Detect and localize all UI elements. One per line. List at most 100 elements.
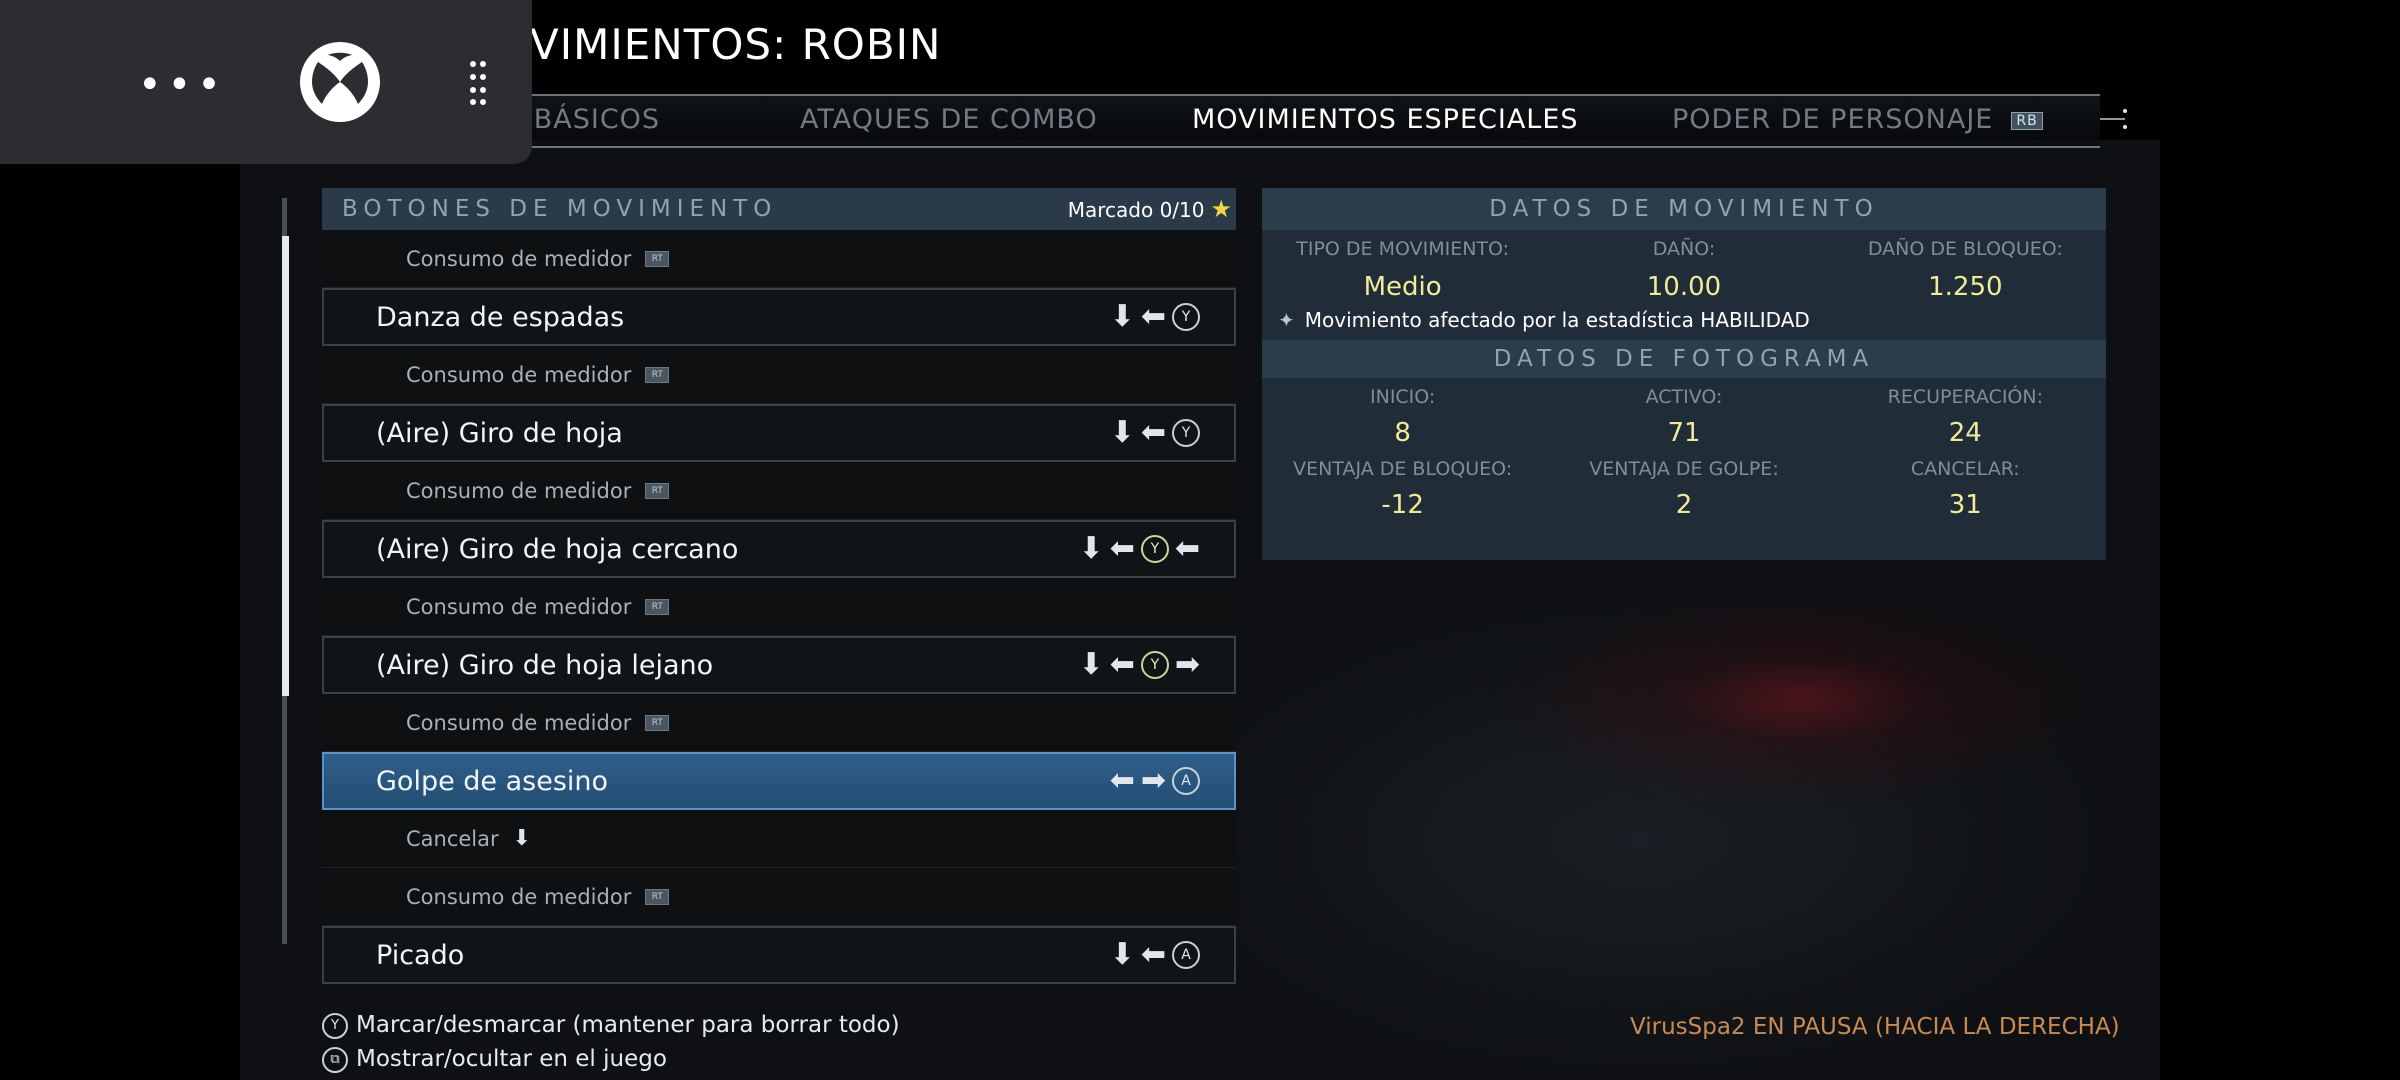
move-detail-row: Cancelar ⬇ — [322, 810, 1236, 868]
y-button-icon: Y — [1172, 303, 1200, 331]
move-row[interactable]: (Aire) Giro de hoja ⬇ ⬅ Y — [322, 404, 1236, 462]
move-detail-row: Consumo de medidor RT — [322, 868, 1236, 926]
damage-label: DAÑO: — [1652, 238, 1716, 260]
active-value: 71 — [1667, 418, 1701, 448]
recovery-value: 24 — [1948, 418, 1982, 448]
move-input-sequence: ⬇ ⬅ Y ⬅ — [1079, 534, 1200, 564]
move-row[interactable]: (Aire) Giro de hoja lejano ⬇ ⬅ Y ➡ — [322, 636, 1236, 694]
left-arrow-icon: ⬅ — [1140, 937, 1166, 972]
move-name: Picado — [376, 939, 465, 971]
drag-handle-icon[interactable] — [468, 60, 488, 106]
move-list-header: BOTONES DE MOVIMIENTO Marcado 0/10 ★ — [322, 188, 1236, 230]
left-arrow-icon: ⬅ — [1109, 531, 1135, 566]
move-detail-label: Cancelar — [406, 826, 499, 851]
move-detail-label: Consumo de medidor — [406, 478, 632, 503]
move-detail-label: Consumo de medidor — [406, 710, 632, 735]
down-arrow-icon: ⬇ — [1109, 299, 1135, 334]
footer-toggle-text: Mostrar/ocultar en el juego — [356, 1046, 667, 1072]
move-detail-row: Consumo de medidor RT — [322, 578, 1236, 636]
active-label: ACTIVO: — [1645, 386, 1723, 408]
move-detail-label: Consumo de medidor — [406, 246, 632, 271]
xbox-overlay-bar: ••• — [0, 0, 532, 164]
block-damage-value: 1.250 — [1928, 272, 2003, 302]
startup-label: INICIO: — [1370, 386, 1436, 408]
left-arrow-icon: ⬅ — [1109, 763, 1135, 798]
view-button-icon: ⧉ — [322, 1046, 348, 1073]
move-row[interactable]: Danza de espadas ⬇ ⬅ Y — [322, 288, 1236, 346]
move-list-title: BOTONES DE MOVIMIENTO — [342, 196, 778, 222]
hit-advantage-value: 2 — [1675, 490, 1693, 520]
damage-value: 10.00 — [1646, 272, 1722, 302]
pause-status: VirusSpa2 EN PAUSA (HACIA LA DERECHA) — [1630, 1014, 2120, 1040]
rb-button-icon: RB — [2011, 111, 2043, 130]
move-detail-label: Consumo de medidor — [406, 362, 632, 387]
rt-trigger-icon: RT — [645, 888, 670, 905]
cancel-value: 31 — [1948, 490, 1982, 520]
footer-mark-text: Marcar/desmarcar (mantener para borrar t… — [356, 1012, 900, 1038]
move-input-sequence: ⬇ ⬅ Y — [1110, 302, 1200, 332]
move-row[interactable]: Golpe de asesino ⬅ ➡ A — [322, 752, 1236, 810]
down-arrow-icon: ⬇ — [1109, 937, 1135, 972]
a-button-icon: A — [1172, 767, 1200, 795]
scrollbar-thumb[interactable] — [282, 236, 289, 696]
down-arrow-icon: ⬇ — [1078, 531, 1104, 566]
footer-toggle-hint[interactable]: ⧉ Mostrar/ocultar en el juego — [322, 1046, 667, 1073]
move-name: (Aire) Giro de hoja cercano — [376, 533, 739, 565]
rt-trigger-icon: RT — [645, 714, 670, 731]
cancel-label: CANCELAR: — [1910, 458, 2020, 480]
move-type-label: TIPO DE MOVIMIENTO: — [1296, 238, 1510, 260]
move-input-sequence: ⬇ ⬅ A — [1110, 940, 1200, 970]
move-data-panel: DATOS DE MOVIMIENTO TIPO DE MOVIMIENTO: … — [1262, 188, 2106, 560]
rt-trigger-icon: RT — [645, 250, 670, 267]
hit-advantage-label: VENTAJA DE GOLPE: — [1589, 458, 1779, 480]
ability-icon: ✦ — [1278, 308, 1295, 332]
down-arrow-icon: ⬇ — [1109, 415, 1135, 450]
marked-count: Marcado 0/10 ★ — [1068, 195, 1232, 223]
right-arrow-icon: ➡ — [1174, 647, 1200, 682]
block-advantage-value: -12 — [1381, 490, 1424, 520]
move-type-value: Medio — [1363, 272, 1442, 302]
y-button-icon: Y — [1172, 419, 1200, 447]
footer-mark-hint[interactable]: Y Marcar/desmarcar (mantener para borrar … — [322, 1012, 900, 1039]
tab-bar-end-icon — [2100, 109, 2127, 129]
down-arrow-icon: ⬇ — [1078, 647, 1104, 682]
move-name: (Aire) Giro de hoja — [376, 417, 623, 449]
startup-value: 8 — [1394, 418, 1411, 448]
left-arrow-icon: ⬅ — [1174, 531, 1200, 566]
move-row[interactable]: Picado ⬇ ⬅ A — [322, 926, 1236, 984]
tab-special-moves[interactable]: MOVIMIENTOS ESPECIALES — [1192, 104, 1579, 135]
stat-effect-text: Movimiento afectado por la estadística H… — [1304, 308, 1810, 332]
move-name: (Aire) Giro de hoja lejano — [376, 649, 714, 681]
recovery-label: RECUPERACIÓN: — [1887, 386, 2044, 408]
block-damage-label: DAÑO DE BLOQUEO: — [1867, 238, 2063, 260]
tab-character-power[interactable]: PODER DE PERSONAJE RB — [1672, 104, 2043, 135]
left-arrow-icon: ⬅ — [1140, 299, 1166, 334]
right-arrow-icon: ➡ — [1140, 763, 1166, 798]
move-name: Danza de espadas — [376, 301, 625, 333]
move-detail-row: Consumo de medidor RT — [322, 694, 1236, 752]
move-row[interactable]: (Aire) Giro de hoja cercano ⬇ ⬅ Y ⬅ — [322, 520, 1236, 578]
stat-effect-note: ✦ Movimiento afectado por la estadística … — [1262, 302, 2106, 340]
page-title: VIMIENTOS: ROBIN — [530, 20, 942, 69]
y-button-icon: Y — [1140, 651, 1169, 679]
move-name: Golpe de asesino — [376, 765, 609, 797]
rt-trigger-icon: RT — [645, 482, 670, 499]
marked-count-label: Marcado 0/10 — [1067, 198, 1205, 222]
more-options-icon[interactable]: ••• — [138, 62, 227, 108]
left-arrow-icon: ⬅ — [1140, 415, 1166, 450]
frame-data-header: DATOS DE FOTOGRAMA — [1262, 340, 2106, 378]
down-arrow-icon: ⬇ — [512, 825, 532, 851]
move-detail-label: Consumo de medidor — [406, 594, 632, 619]
move-input-sequence: ⬇ ⬅ Y ➡ — [1079, 650, 1200, 680]
move-input-sequence: ⬇ ⬅ Y — [1110, 418, 1200, 448]
rt-trigger-icon: RT — [645, 366, 670, 383]
move-input-sequence: ⬅ ➡ A — [1110, 766, 1200, 796]
move-detail-row: Consumo de medidor RT — [322, 230, 1236, 288]
block-advantage-label: VENTAJA DE BLOQUEO: — [1293, 458, 1513, 480]
move-detail-row: Consumo de medidor RT — [322, 462, 1236, 520]
move-detail-row: Consumo de medidor RT — [322, 346, 1236, 404]
left-arrow-icon: ⬅ — [1109, 647, 1135, 682]
tab-combo-attacks[interactable]: ATAQUES DE COMBO — [800, 104, 1098, 135]
y-button-icon: Y — [322, 1012, 348, 1039]
xbox-logo-icon[interactable] — [300, 42, 380, 122]
